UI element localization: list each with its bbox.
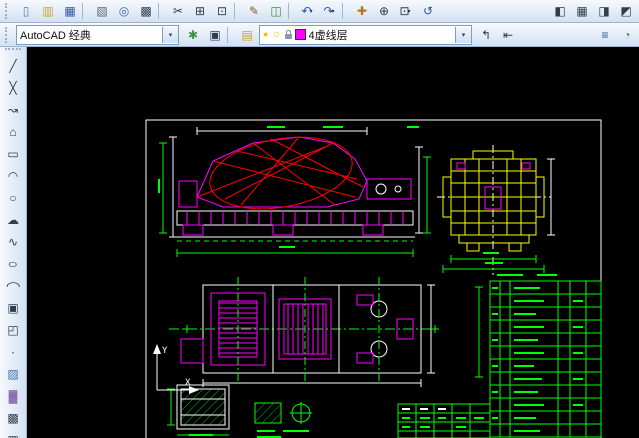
cut-button[interactable]: ✂ bbox=[166, 0, 188, 22]
detail-b bbox=[255, 402, 312, 437]
toolbar-gap bbox=[518, 25, 593, 45]
workspace-layer-toolbar: AutoCAD 经典 ▾ ✱ ▣ bbox=[0, 23, 639, 47]
plot-preview-button[interactable]: ◎ bbox=[112, 0, 134, 22]
ucs-icon: Y X bbox=[153, 344, 199, 394]
detail-a bbox=[167, 385, 229, 435]
layer-previous-button[interactable]: ⇤ bbox=[496, 24, 518, 46]
open-button[interactable]: ▥ bbox=[36, 0, 58, 22]
separator bbox=[158, 3, 164, 19]
separator bbox=[227, 27, 233, 43]
save-workspace-button[interactable]: ▣ bbox=[203, 24, 225, 46]
layer-combo[interactable]: ● ☼ 4虚线层 ▾ bbox=[259, 25, 472, 45]
gradient-button[interactable]: ▓ bbox=[1, 385, 25, 407]
match-properties-button[interactable]: ✎ bbox=[242, 0, 264, 22]
zoom-previous-button[interactable]: ↺ bbox=[416, 0, 438, 22]
make-block-button[interactable]: ◰ bbox=[1, 319, 25, 341]
publish-button[interactable]: ▩ bbox=[134, 0, 156, 22]
spline-button[interactable]: ∿ bbox=[1, 231, 25, 253]
flyout-arrow-icon: ▾ bbox=[310, 8, 313, 15]
hatch-button[interactable]: ▨ bbox=[1, 363, 25, 385]
tool-palettes-button[interactable]: ◨ bbox=[592, 0, 614, 22]
plan-view-drawing bbox=[169, 277, 439, 387]
model-space-viewport[interactable]: Y X bbox=[27, 47, 639, 438]
lower-table bbox=[398, 404, 490, 438]
new-button[interactable]: ▯ bbox=[14, 0, 36, 22]
redo-button[interactable]: ↷ ▾ bbox=[318, 0, 340, 22]
block-editor-button[interactable]: ◫ bbox=[264, 0, 286, 22]
plot-button[interactable]: ▧ bbox=[90, 0, 112, 22]
layer-states-button[interactable]: ≡ bbox=[593, 24, 615, 46]
circle-button[interactable]: ○ bbox=[1, 187, 25, 209]
toolbar-gap bbox=[438, 1, 548, 21]
insert-block-button[interactable]: ▣ bbox=[1, 297, 25, 319]
sun-freeze-icon[interactable]: ☼ bbox=[271, 29, 281, 40]
designcenter-button[interactable]: ▦ bbox=[570, 0, 592, 22]
undo-button[interactable]: ↶ ▾ bbox=[296, 0, 318, 22]
lock-icon[interactable] bbox=[285, 34, 292, 39]
workspace-combo[interactable]: AutoCAD 经典 ▾ bbox=[16, 25, 179, 45]
rectangle-button[interactable]: ▭ bbox=[1, 143, 25, 165]
autocad-window: ▯ ▥ ▦ ▧ bbox=[0, 0, 639, 438]
save-button[interactable]: ▦ bbox=[58, 0, 80, 22]
region-button[interactable]: ▩ bbox=[1, 407, 25, 429]
bom-table bbox=[475, 275, 601, 437]
chevron-down-icon[interactable]: ▾ bbox=[455, 27, 471, 43]
layer-properties-button[interactable]: ▤ bbox=[235, 24, 257, 46]
separator bbox=[234, 3, 240, 19]
drawing-canvas[interactable]: Y X bbox=[27, 47, 639, 438]
layer-color-swatch[interactable] bbox=[295, 29, 306, 40]
properties-button[interactable]: ◧ bbox=[548, 0, 570, 22]
arc-button[interactable]: ◠ bbox=[1, 165, 25, 187]
toolbar-grip[interactable] bbox=[5, 3, 11, 19]
ucs-y-label: Y bbox=[162, 346, 168, 356]
copy-button[interactable]: ⊞ bbox=[188, 0, 210, 22]
separator bbox=[82, 3, 88, 19]
workspace-value: AutoCAD 经典 bbox=[20, 27, 91, 43]
layer-name: 4虚线层 bbox=[309, 27, 348, 43]
layer-walk-button[interactable]: ◔ bbox=[615, 24, 637, 46]
flyout-arrow-icon: ▾ bbox=[408, 8, 411, 15]
side-view-drawing bbox=[159, 127, 431, 257]
toolbar-grip[interactable] bbox=[5, 48, 21, 53]
workspace-settings-button[interactable]: ✱ bbox=[181, 24, 203, 46]
line-button[interactable]: ╱ bbox=[1, 55, 25, 77]
front-view-drawing bbox=[437, 145, 555, 275]
make-object-layer-current-button[interactable]: ↰ bbox=[474, 24, 496, 46]
zoom-window-button[interactable]: ⊡ ▾ bbox=[394, 0, 416, 22]
revision-cloud-button[interactable]: ☁ bbox=[1, 209, 25, 231]
separator bbox=[342, 3, 348, 19]
ellipse-arc-button[interactable]: ◠ bbox=[1, 275, 25, 297]
construction-line-button[interactable]: ╳ bbox=[1, 77, 25, 99]
flyout-arrow-icon: ▾ bbox=[332, 8, 335, 15]
point-button[interactable]: ∙ bbox=[1, 341, 25, 363]
standard-toolbar: ▯ ▥ ▦ ▧ bbox=[0, 0, 639, 23]
bulb-icon[interactable]: ● bbox=[263, 30, 268, 39]
main-area: ╱ ╳ ↝ ⌂ ▭ bbox=[0, 47, 639, 438]
sheet-set-manager-button[interactable]: ◩ bbox=[614, 0, 636, 22]
table-button[interactable]: ▦ bbox=[1, 429, 25, 438]
draw-toolbar: ╱ ╳ ↝ ⌂ ▭ bbox=[0, 47, 27, 438]
toolbar-grip[interactable] bbox=[5, 27, 11, 43]
chevron-down-icon[interactable]: ▾ bbox=[162, 27, 178, 43]
polygon-button[interactable]: ⌂ bbox=[1, 121, 25, 143]
separator bbox=[288, 3, 294, 19]
paste-button[interactable]: ⊡ bbox=[210, 0, 232, 22]
polyline-button[interactable]: ↝ bbox=[1, 99, 25, 121]
zoom-realtime-button[interactable]: ⊕ bbox=[372, 0, 394, 22]
ucs-x-label: X bbox=[185, 378, 191, 388]
pan-button[interactable]: ✚ bbox=[350, 0, 372, 22]
ellipse-button[interactable]: ○ bbox=[1, 253, 25, 275]
